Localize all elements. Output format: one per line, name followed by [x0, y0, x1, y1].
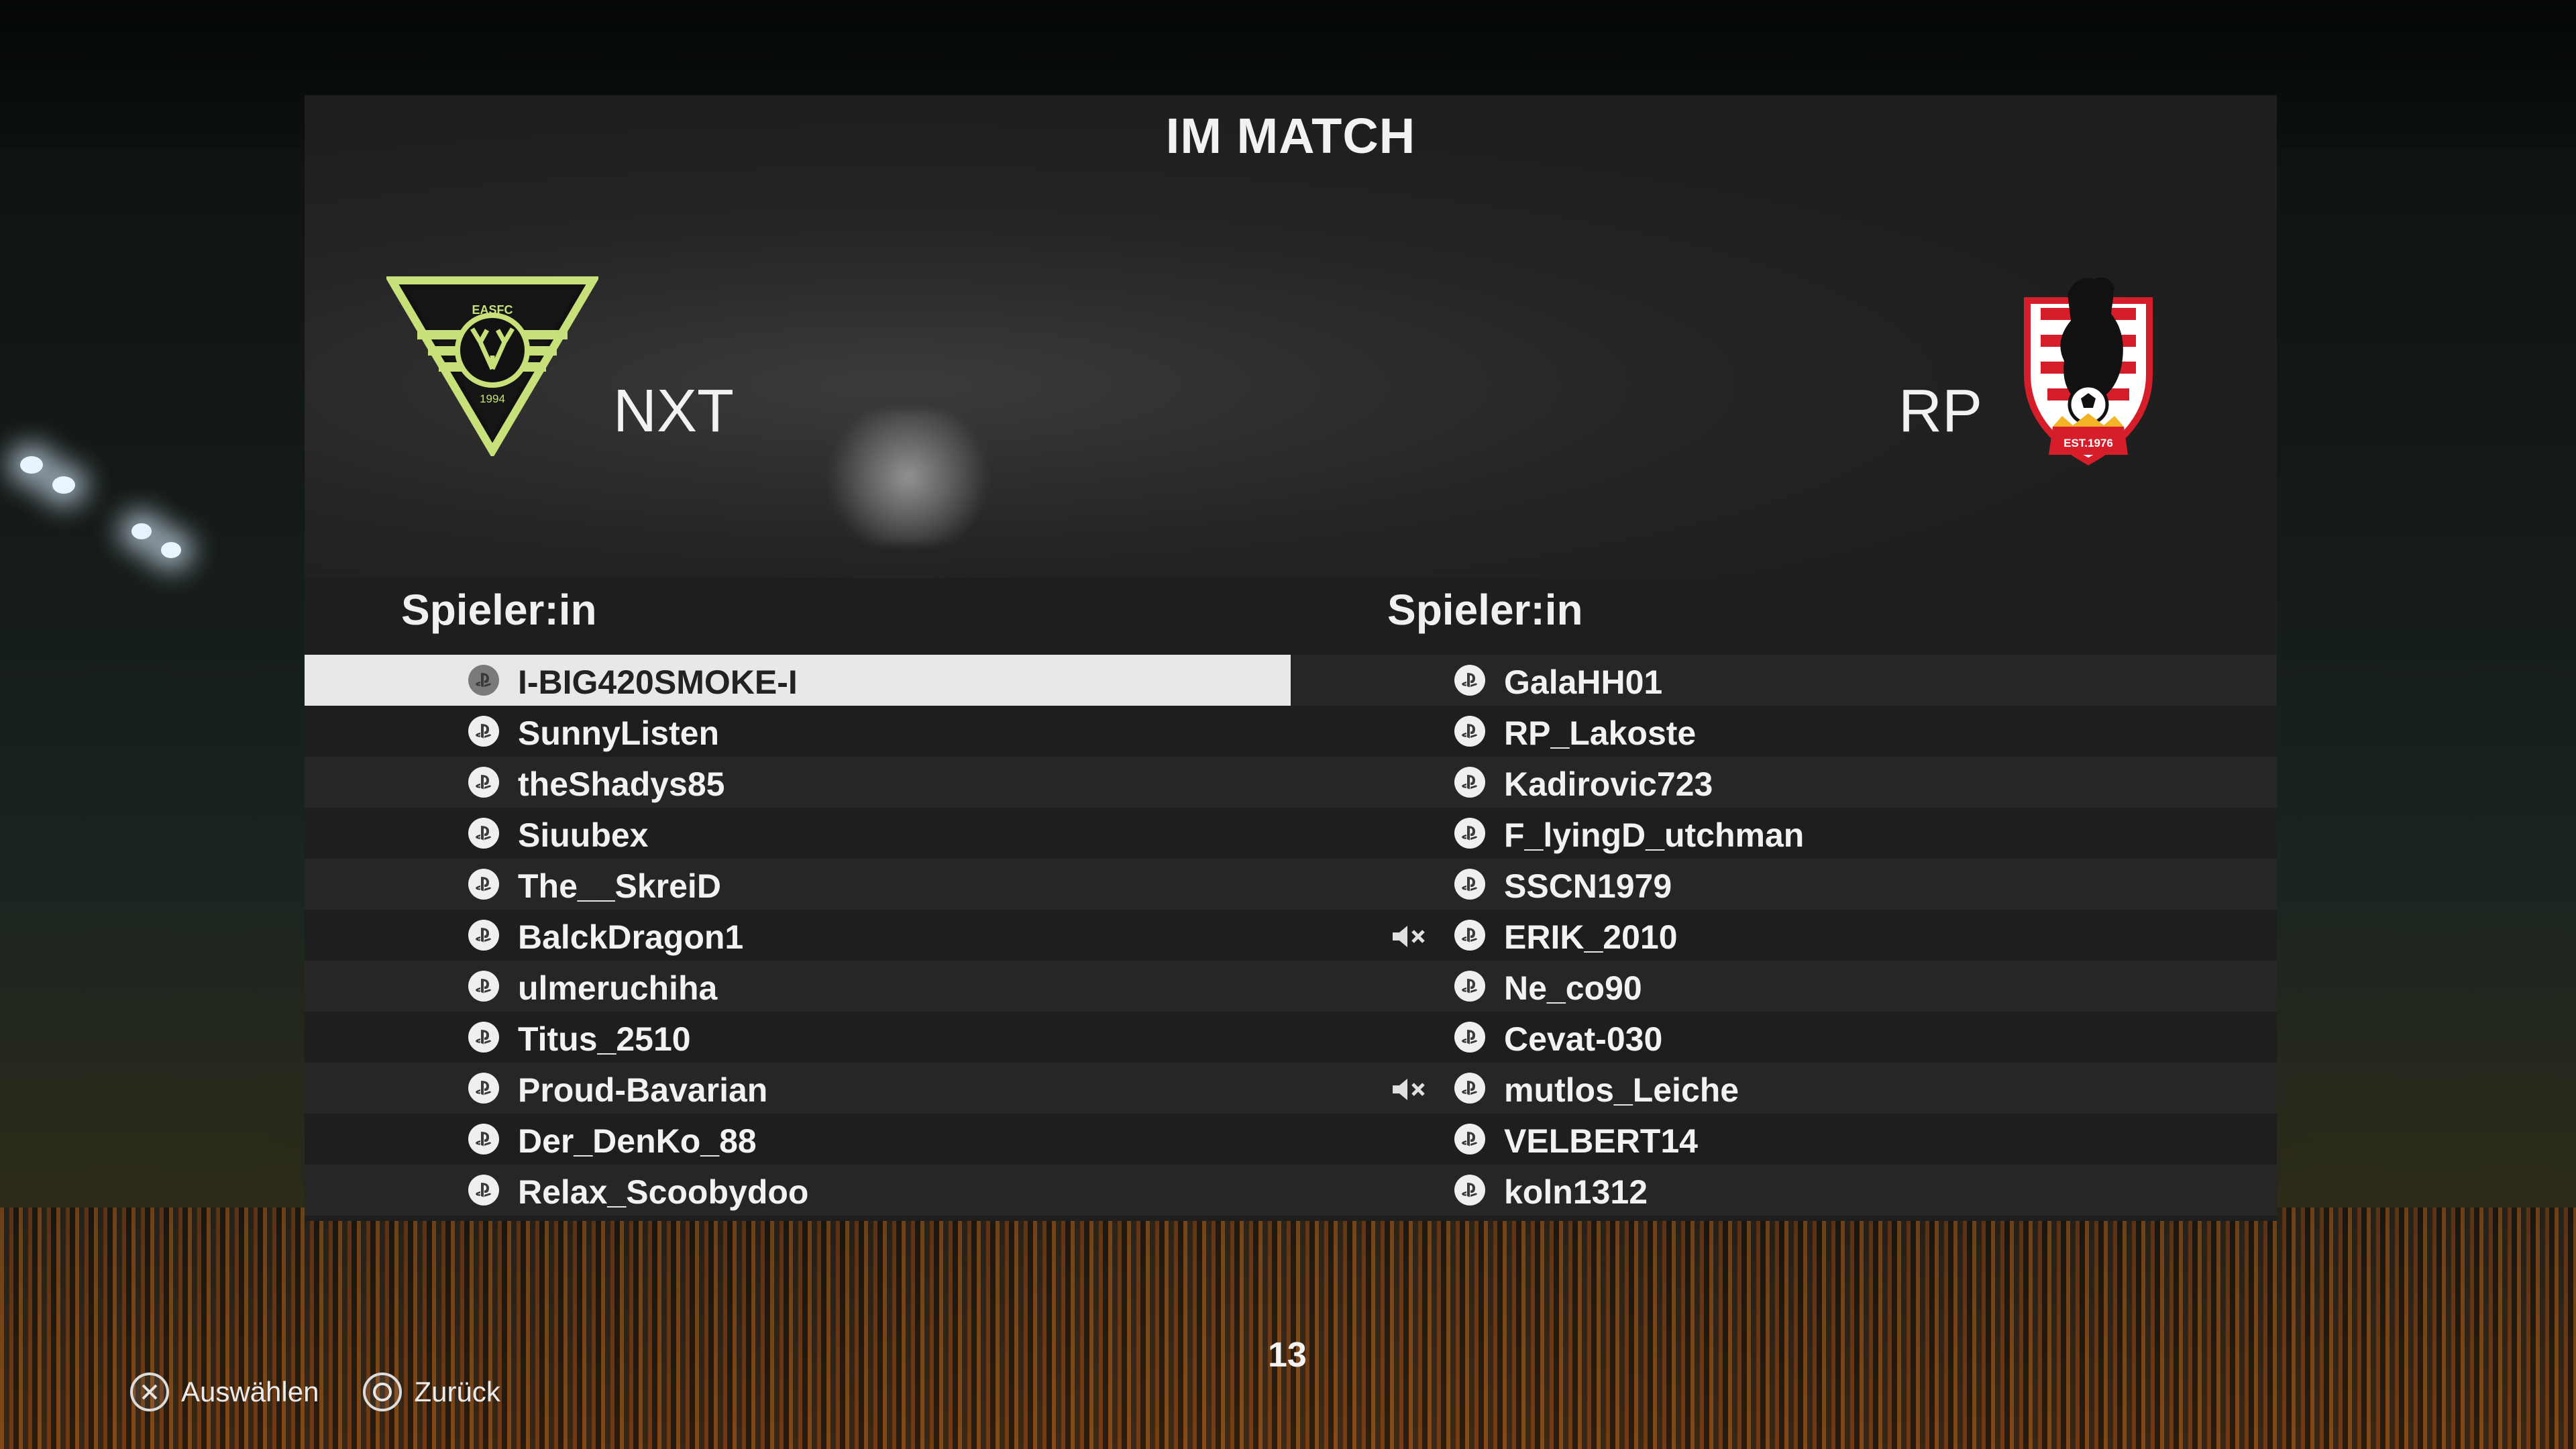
player-row[interactable]: Proud-Bavarian	[305, 1063, 1291, 1114]
away-column-header: Spieler:in	[1387, 586, 1583, 634]
home-column-header: Spieler:in	[401, 586, 597, 634]
player-row[interactable]: I-BIG420SMOKE-I	[305, 655, 1291, 706]
playstation-icon	[1454, 869, 1485, 900]
back-label: Zurück	[414, 1376, 500, 1407]
player-row[interactable]: Relax_Scoobydoo	[305, 1165, 1291, 1216]
player-row[interactable]: Cevat-030	[1291, 1012, 2277, 1063]
home-crest-text-top: EASFC	[472, 303, 513, 317]
player-row[interactable]: VELBERT14	[1291, 1114, 2277, 1165]
player-name: Titus_2510	[518, 1020, 691, 1058]
playstation-icon	[468, 767, 499, 798]
player-name: theShadys85	[518, 765, 725, 803]
player-name: Relax_Scoobydoo	[518, 1173, 809, 1211]
playstation-icon	[468, 971, 499, 1002]
away-team-crest: EST.1976	[2024, 277, 2153, 466]
player-name: I-BIG420SMOKE-I	[518, 663, 798, 701]
player-name: ulmeruchiha	[518, 969, 718, 1007]
select-button[interactable]: Auswählen	[130, 1373, 319, 1411]
playstation-icon	[1454, 1073, 1485, 1104]
speaker-muted-icon	[1390, 1076, 1428, 1103]
player-name: VELBERT14	[1504, 1122, 1698, 1160]
away-player-list: GalaHH01 RP_Lakoste Kadirovic723 F_lyingD_u…	[1291, 655, 2277, 1216]
player-name: koln1312	[1504, 1173, 1648, 1211]
player-row[interactable]: SSCN1979	[1291, 859, 2277, 910]
player-row[interactable]: koln1312	[1291, 1165, 2277, 1216]
cross-button-icon	[130, 1373, 169, 1411]
player-name: mutlos_Leiche	[1504, 1071, 1739, 1109]
player-row[interactable]: GalaHH01	[1291, 655, 2277, 706]
playstation-icon	[1454, 767, 1485, 798]
player-name: SSCN1979	[1504, 867, 1672, 905]
playstation-icon	[468, 665, 499, 696]
home-team-name: NXT	[613, 378, 734, 445]
player-row[interactable]: ERIK_2010	[1291, 910, 2277, 961]
player-row[interactable]: BalckDragon1	[305, 910, 1291, 961]
player-name: Proud-Bavarian	[518, 1071, 768, 1109]
circle-button-icon	[363, 1373, 402, 1411]
player-row[interactable]: Der_DenKo_88	[305, 1114, 1291, 1165]
playstation-icon	[468, 1124, 499, 1155]
team-header: EASFC 1994 NXT EST.1976 RP	[305, 95, 2277, 578]
player-name: The__SkreiD	[518, 867, 721, 905]
player-name: Siuubex	[518, 816, 649, 854]
playstation-icon	[468, 716, 499, 747]
player-name: ERIK_2010	[1504, 918, 1678, 956]
home-team-crest: EASFC 1994	[386, 276, 598, 456]
away-crest-text: EST.1976	[2063, 437, 2113, 449]
page-title: IM MATCH	[1165, 108, 1416, 164]
stadium-crowd	[0, 1208, 2576, 1449]
player-name: BalckDragon1	[518, 918, 744, 956]
floodlight-graphic	[814, 411, 1002, 545]
playstation-icon	[468, 1022, 499, 1053]
footer-controls: Auswählen Zurück	[130, 1373, 527, 1411]
playstation-icon	[1454, 1022, 1485, 1053]
playstation-icon	[1454, 716, 1485, 747]
playstation-icon	[468, 869, 499, 900]
home-player-list: I-BIG420SMOKE-I SunnyListen theShadys85 Siu…	[305, 655, 1291, 1216]
match-panel: EASFC 1994 NXT EST.1976 RP IM MATCH Spie…	[305, 95, 2277, 1221]
playstation-icon	[468, 1073, 499, 1104]
player-name: F_lyingD_utchman	[1504, 816, 1805, 854]
page-number: 13	[1268, 1336, 1307, 1375]
speaker-muted-icon	[1390, 923, 1428, 950]
player-row[interactable]: theShadys85	[305, 757, 1291, 808]
player-row[interactable]: RP_Lakoste	[1291, 706, 2277, 757]
playstation-icon	[1454, 920, 1485, 951]
playstation-icon	[1454, 1124, 1485, 1155]
player-name: Ne_co90	[1504, 969, 1642, 1007]
player-name: Kadirovic723	[1504, 765, 1713, 803]
player-name: GalaHH01	[1504, 663, 1663, 701]
player-name: RP_Lakoste	[1504, 714, 1697, 752]
playstation-icon	[468, 920, 499, 951]
playstation-icon	[468, 1175, 499, 1205]
player-name: SunnyListen	[518, 714, 720, 752]
player-row[interactable]: ulmeruchiha	[305, 961, 1291, 1012]
player-row[interactable]: The__SkreiD	[305, 859, 1291, 910]
playstation-icon	[1454, 665, 1485, 696]
playstation-icon	[1454, 971, 1485, 1002]
player-name: Der_DenKo_88	[518, 1122, 757, 1160]
back-button[interactable]: Zurück	[363, 1373, 500, 1411]
player-row[interactable]: Siuubex	[305, 808, 1291, 859]
playstation-icon	[468, 818, 499, 849]
player-name: Cevat-030	[1504, 1020, 1663, 1058]
player-row[interactable]: Kadirovic723	[1291, 757, 2277, 808]
home-crest-text-bottom: 1994	[480, 392, 505, 405]
player-row[interactable]: Ne_co90	[1291, 961, 2277, 1012]
player-row[interactable]: mutlos_Leiche	[1291, 1063, 2277, 1114]
player-row[interactable]: SunnyListen	[305, 706, 1291, 757]
away-team-name: RP	[1898, 378, 1983, 445]
select-label: Auswählen	[181, 1376, 319, 1407]
player-row[interactable]: Titus_2510	[305, 1012, 1291, 1063]
player-row[interactable]: F_lyingD_utchman	[1291, 808, 2277, 859]
playstation-icon	[1454, 818, 1485, 849]
playstation-icon	[1454, 1175, 1485, 1205]
